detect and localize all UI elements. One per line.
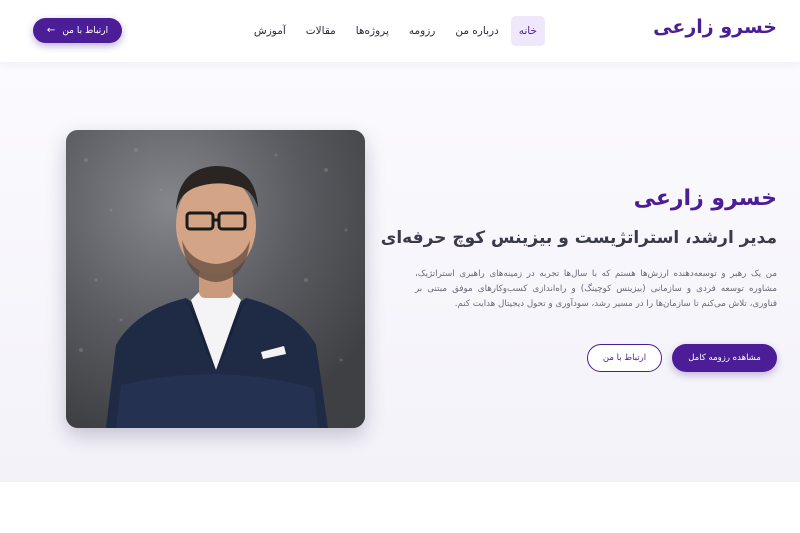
hero-bio: من یک رهبر و توسعه‌دهنده ارزش‌ها هستم که… <box>415 269 777 309</box>
contact-button-label: ارتباط با من <box>62 25 109 36</box>
profile-illustration <box>66 130 365 428</box>
hero-section: خسرو زارعی مدیر ارشد، استراتژیست و بیزین… <box>0 62 800 482</box>
nav-item-about[interactable]: درباره من <box>447 16 506 46</box>
nav-menu: خانه درباره من رزومه پروژه‌ها مقالات آمو… <box>246 16 545 46</box>
navbar: خسرو زارعی خانه درباره من رزومه پروژه‌ها… <box>0 0 800 62</box>
nav-item-tutorials[interactable]: آموزش <box>246 16 294 46</box>
nav-item-resume[interactable]: رزومه <box>401 16 443 46</box>
contact-me-button[interactable]: ارتباط با من <box>587 344 662 372</box>
arrow-left-icon: ← <box>46 24 56 36</box>
hero-name: خسرو زارعی <box>633 186 777 211</box>
view-resume-button[interactable]: مشاهده رزومه کامل <box>672 344 777 372</box>
nav-item-projects[interactable]: پروژه‌ها <box>348 16 397 46</box>
contact-button[interactable]: ارتباط با من ← <box>33 18 122 43</box>
nav-item-home[interactable]: خانه <box>510 16 545 46</box>
nav-item-articles[interactable]: مقالات <box>298 16 344 46</box>
profile-photo <box>66 130 365 428</box>
brand-logo[interactable]: خسرو زارعی <box>653 16 777 38</box>
hero-title: مدیر ارشد، استراتژیست و بیزینس کوچ حرفه‌… <box>380 228 777 248</box>
